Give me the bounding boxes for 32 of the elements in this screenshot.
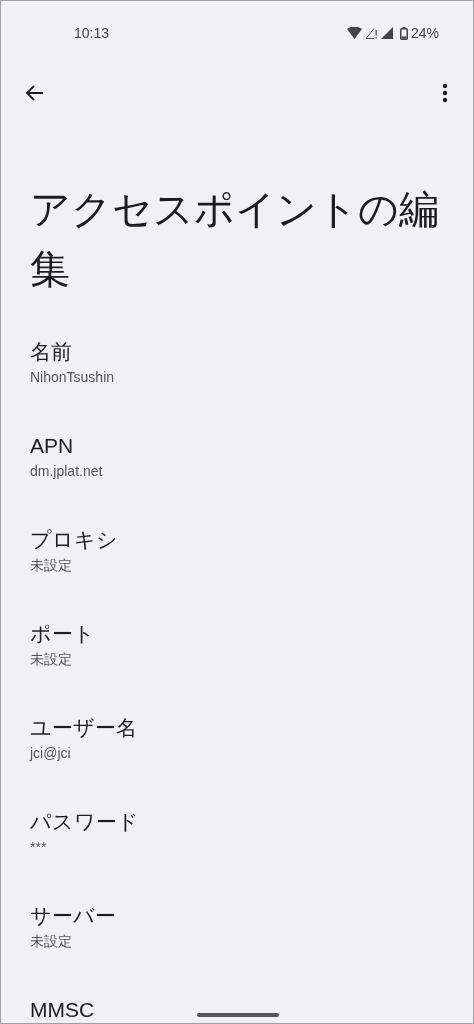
item-value: 未設定 [30, 932, 72, 951]
item-value: 未設定 [30, 556, 72, 575]
item-label: MMSC [30, 997, 95, 1023]
item-label: サーバー [30, 903, 116, 929]
item-value: jci@jci [30, 744, 71, 763]
item-value: dm.jplat.net [30, 462, 103, 481]
item-label: 名前 [30, 339, 72, 365]
item-label: プロキシ [30, 527, 118, 553]
settings-item[interactable]: 名前 NihonTsushin [1, 333, 473, 427]
back-arrow-icon [25, 83, 45, 103]
battery-percent: 24% [410, 23, 439, 43]
battery-icon [399, 26, 408, 40]
settings-item[interactable]: MMSC [1, 991, 473, 1023]
signal-alert-icon [364, 27, 378, 39]
more-vertical-icon [442, 83, 448, 103]
page-title: アクセスポイントの編集 [29, 186, 440, 293]
signal-icon [380, 27, 393, 39]
settings-item[interactable]: ユーザー名 jci@jci [1, 709, 473, 803]
item-label: APN [30, 433, 74, 459]
settings-item[interactable]: プロキシ 未設定 [1, 521, 473, 615]
item-label: ポート [30, 621, 95, 647]
item-label: パスワード [30, 809, 139, 835]
item-value: 未設定 [30, 650, 72, 669]
item-value: NihonTsushin [30, 368, 115, 387]
item-value: *** [30, 838, 47, 857]
settings-item[interactable]: サーバー 未設定 [1, 897, 473, 991]
status-time: 10:13 [74, 23, 110, 43]
settings-item[interactable]: APN dm.jplat.net [1, 427, 473, 521]
item-label: ユーザー名 [30, 715, 137, 741]
settings-item[interactable]: ポート 未設定 [1, 615, 473, 709]
settings-item[interactable]: パスワード *** [1, 803, 473, 897]
wifi-icon [346, 27, 362, 39]
